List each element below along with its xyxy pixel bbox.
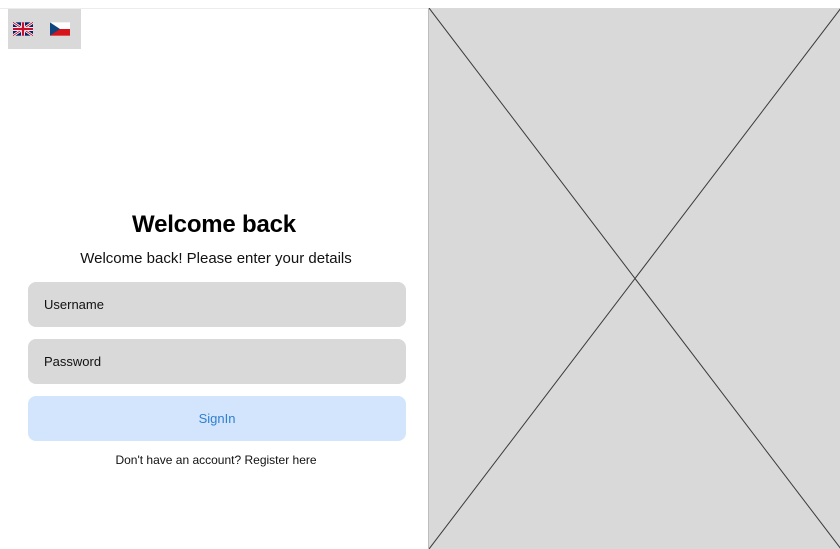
signin-button[interactable]: SignIn	[28, 396, 406, 441]
page-title: Welcome back	[132, 211, 296, 238]
page-subtitle: Welcome back! Please enter your details	[80, 250, 352, 267]
image-placeholder	[428, 8, 840, 549]
register-link[interactable]: Don't have an account? Register here	[0, 453, 432, 467]
password-input[interactable]	[28, 339, 406, 384]
username-input[interactable]	[28, 282, 406, 327]
login-page: Welcome back Welcome back! Please enter …	[0, 0, 840, 549]
login-form: Welcome back Welcome back! Please enter …	[0, 0, 428, 549]
image-placeholder-cross	[429, 8, 840, 549]
